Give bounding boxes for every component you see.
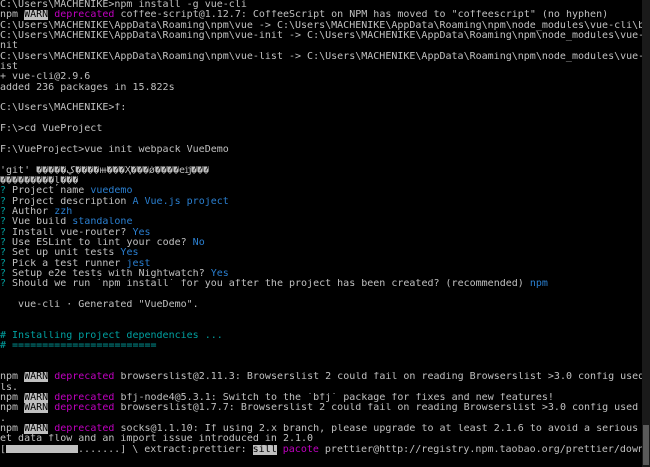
prompt-test-runner: ? Pick a test runner jest (0, 259, 650, 269)
prompt-e2e-tests: ? Setup e2e tests with Nightwatch? Yes (0, 269, 650, 279)
output-line: C:\Users\MACHENIKE\AppData\Roaming\npm\v… (0, 51, 650, 62)
prompt-label: Author (6, 206, 55, 217)
deprecated-label: deprecated (48, 424, 115, 435)
prompt-answer: Yes (120, 248, 139, 259)
prompt-unit-tests: ? Set up unit tests Yes (0, 248, 650, 258)
separator-header: # ======================== (0, 341, 157, 352)
prompt-label: Pick a test runner (6, 258, 127, 269)
npm-warn-line: npm WARN deprecated bfj-node4@5.3.1: Swi… (0, 393, 650, 404)
npm-warn-line: npm WARN deprecated socks@1.1.10: If usi… (0, 424, 650, 435)
warn-message: browserslist@1.7.7: Browserslist 2 could… (120, 403, 650, 414)
prompt-label: Use ESLint to lint your code? (6, 237, 193, 248)
garbled-error-line: 'git' �����ڲ����ⲿ���Ҳ���ǿ����еĳ��� (0, 165, 210, 176)
prompt-label: Set up unit tests (6, 248, 121, 259)
scrollbar-thumb[interactable] (643, 425, 649, 465)
warn-continuation: et data flow and an import issue introdu… (0, 434, 314, 445)
deprecated-label: deprecated (48, 403, 115, 414)
output-line: C:\Users\MACHENIKE\AppData\Roaming\npm\v… (0, 31, 650, 42)
prompt-npm-install: ? Should we run `npm install` for you af… (0, 279, 650, 289)
deprecated-label: deprecated (48, 372, 115, 383)
prompt-eslint: ? Use ESLint to lint your code? No (0, 238, 650, 248)
output-line: + vue-cli@2.9.6 (0, 72, 91, 83)
command-line: F:\>cd VueProject (0, 124, 103, 135)
warn-continuation: . (0, 413, 7, 424)
npm-label: npm (0, 372, 25, 383)
pacote-label: pacote (276, 444, 319, 455)
warn-message: browserslist@2.11.3: Browserslist 2 coul… (120, 372, 645, 383)
warn-badge: WARN (24, 393, 49, 404)
progress-url: prettier@http://registry.npm.taobao.org/… (324, 444, 650, 455)
prompt-answer: Yes (132, 227, 151, 238)
vertical-scrollbar[interactable] (642, 0, 650, 467)
warn-message: socks@1.1.10: If using 2.x branch, pleas… (120, 424, 650, 435)
sill-badge: sill (252, 444, 277, 455)
prompt-answer: jest (126, 258, 151, 269)
prompt-answer: npm (529, 279, 548, 290)
garbled-error-line: ���������ļ��� (0, 175, 79, 186)
deprecated-label: deprecated (48, 393, 115, 404)
command-line: C:\Users\MACHENIKE>npm install -g vue-cl… (0, 0, 247, 10)
installing-header: # Installing project dependencies ... (0, 331, 223, 341)
terminal-window[interactable]: C:\Users\MACHENIKE>npm install -g vue-cl… (0, 0, 650, 467)
prompt-project-name: ? Project name vuedemo (0, 186, 650, 196)
progress-bar-fill (6, 444, 79, 453)
prompt-answer: zzh (54, 206, 73, 217)
npm-warn-line: npm WARN deprecated coffee-script@1.12.7… (0, 10, 650, 21)
warn-continuation: ls. (0, 382, 19, 393)
npm-warn-line: npm WARN deprecated browserslist@2.11.3:… (0, 372, 650, 383)
output-line: C:\Users\MACHENIKE\AppData\Roaming\npm\v… (0, 20, 650, 31)
warn-badge: WARN (24, 403, 49, 414)
warn-badge: WARN (24, 372, 49, 383)
prompt-answer: A Vue.js project (132, 196, 229, 207)
npm-label: npm (0, 10, 25, 21)
generated-message: vue-cli · Generated "VueDemo". (0, 299, 199, 310)
warn-badge: WARN (24, 424, 49, 435)
warn-message: coffee-script@1.12.7: CoffeeScript on NP… (114, 10, 609, 21)
warn-message: bfj-node4@5.3.1: Switch to the `bfj` pac… (114, 393, 554, 404)
warn-badge: WARN (24, 10, 49, 21)
output-line: added 236 packages in 15.822s (0, 82, 175, 93)
prompt-label: Vue build (6, 217, 73, 228)
npm-label: npm (0, 403, 25, 414)
command-line: C:\Users\MACHENIKE>f: (0, 103, 127, 114)
prompt-label: Install vue-router? (6, 227, 133, 238)
command-line: F:\VueProject>vue init webpack VueDemo (0, 144, 229, 155)
prompt-label: Project description (6, 196, 133, 207)
deprecated-label: deprecated (48, 10, 115, 21)
prompt-author: ? Author zzh (0, 207, 650, 217)
progress-line: [.......] \ extract:prettier: sill pacot… (0, 444, 650, 455)
npm-label: npm (0, 424, 25, 435)
prompt-label: Project name (6, 186, 91, 197)
npm-warn-line: npm WARN deprecated browserslist@1.7.7: … (0, 403, 650, 414)
prompt-label: Setup e2e tests with Nightwatch? (6, 268, 211, 279)
prompt-answer: vuedemo (90, 186, 133, 197)
output-line: nit (0, 41, 19, 52)
npm-label: npm (0, 393, 25, 404)
output-line: ist (0, 62, 19, 73)
prompt-label: Should we run `npm install` for you afte… (6, 279, 530, 290)
prompt-vue-build: ? Vue build standalone (0, 217, 650, 227)
prompt-vue-router: ? Install vue-router? Yes (0, 228, 650, 238)
prompt-project-description: ? Project description A Vue.js project (0, 197, 650, 207)
progress-status: .......] \ extract:prettier: (78, 444, 253, 455)
prompt-answer: No (192, 237, 205, 248)
prompt-answer: standalone (72, 217, 133, 228)
prompt-answer: Yes (210, 268, 229, 279)
